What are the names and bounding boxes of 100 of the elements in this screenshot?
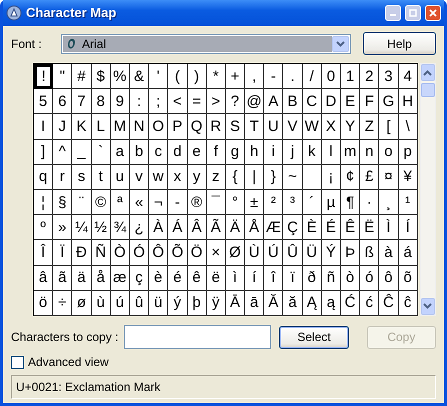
character-cell[interactable]: { xyxy=(226,164,246,190)
character-cell[interactable]: Ù xyxy=(245,240,264,266)
character-cell[interactable]: d xyxy=(168,140,188,165)
character-cell[interactable]: s xyxy=(72,164,92,190)
character-cell[interactable]: Q xyxy=(188,114,207,140)
character-cell[interactable]: E xyxy=(341,89,360,114)
character-cell[interactable]: l xyxy=(322,140,341,165)
character-cell[interactable]: © xyxy=(92,190,111,216)
character-cell[interactable]: ð xyxy=(302,266,322,291)
character-cell[interactable]: L xyxy=(92,114,111,140)
character-cell[interactable]: Â xyxy=(188,215,207,240)
character-cell[interactable]: Ã xyxy=(206,215,226,240)
character-cell[interactable]: % xyxy=(110,64,130,90)
character-cell[interactable]: N xyxy=(130,114,150,140)
character-cell[interactable]: ä xyxy=(72,266,92,291)
character-cell[interactable]: W xyxy=(302,114,322,140)
character-cell[interactable]: ¢ xyxy=(341,164,360,190)
character-cell[interactable]: Ă xyxy=(264,290,284,316)
character-cell[interactable]: b xyxy=(130,140,150,165)
character-cell[interactable]: = xyxy=(188,89,207,114)
character-cell[interactable]: H xyxy=(398,89,418,114)
character-cell[interactable]: ó xyxy=(360,266,380,291)
character-cell[interactable]: 7 xyxy=(72,89,92,114)
character-cell[interactable]: ª xyxy=(110,190,130,216)
character-cell[interactable]: O xyxy=(149,114,168,140)
character-cell[interactable]: J xyxy=(53,114,72,140)
character-cell[interactable]: À xyxy=(149,215,168,240)
character-cell[interactable]: ā xyxy=(245,290,264,316)
character-cell[interactable]: Ĉ xyxy=(379,290,399,316)
character-cell[interactable]: î xyxy=(264,266,284,291)
character-cell[interactable]: ^ xyxy=(53,140,72,165)
character-cell[interactable]: â xyxy=(34,266,54,291)
character-cell[interactable]: × xyxy=(206,240,226,266)
character-cell[interactable]: C xyxy=(302,89,322,114)
character-cell[interactable]: þ xyxy=(188,290,207,316)
character-cell[interactable]: M xyxy=(110,114,130,140)
character-cell[interactable]: 8 xyxy=(92,89,111,114)
character-cell[interactable]: # xyxy=(72,64,92,90)
character-cell[interactable]: & xyxy=(130,64,150,90)
character-cell[interactable]: a xyxy=(110,140,130,165)
character-cell[interactable]: ¼ xyxy=(72,215,92,240)
character-cell[interactable]: Þ xyxy=(341,240,360,266)
character-cell[interactable]: Ï xyxy=(53,240,72,266)
character-cell[interactable]: ½ xyxy=(92,215,111,240)
character-cell[interactable]: ò xyxy=(341,266,360,291)
character-cell[interactable]: e xyxy=(188,140,207,165)
character-cell[interactable]: ą xyxy=(322,290,341,316)
character-cell[interactable]: Ô xyxy=(149,240,168,266)
select-button[interactable]: Select xyxy=(279,326,349,348)
character-cell[interactable]: F xyxy=(360,89,380,114)
character-cell[interactable]: ü xyxy=(149,290,168,316)
character-cell[interactable]: ì xyxy=(226,266,246,291)
character-cell[interactable]: ] xyxy=(34,140,54,165)
character-cell[interactable]: ë xyxy=(206,266,226,291)
character-cell[interactable]: Æ xyxy=(264,215,284,240)
character-cell[interactable]: ñ xyxy=(322,266,341,291)
character-cell[interactable]: " xyxy=(53,64,72,90)
character-cell[interactable]: Ú xyxy=(264,240,284,266)
font-dropdown[interactable]: Arial xyxy=(61,34,351,54)
character-cell[interactable]: 5 xyxy=(34,89,54,114)
character-cell[interactable]: É xyxy=(322,215,341,240)
character-cell[interactable]: ! xyxy=(34,64,54,90)
character-cell[interactable]: ¶ xyxy=(341,190,360,216)
character-cell[interactable]: f xyxy=(206,140,226,165)
character-cell[interactable]: u xyxy=(110,164,130,190)
character-cell[interactable]: ¨ xyxy=(72,190,92,216)
character-cell[interactable]: \ xyxy=(398,114,418,140)
character-cell[interactable]: ³ xyxy=(283,190,303,216)
character-cell[interactable]: X xyxy=(322,114,341,140)
character-cell[interactable]: ¸ xyxy=(379,190,399,216)
character-cell[interactable]: S xyxy=(226,114,246,140)
character-cell[interactable]: Ø xyxy=(226,240,246,266)
character-cell[interactable]: | xyxy=(245,164,264,190)
character-cell[interactable]: * xyxy=(206,64,226,90)
character-cell[interactable]: Û xyxy=(283,240,303,266)
minimize-button[interactable] xyxy=(385,5,401,21)
character-cell[interactable]: ~ xyxy=(283,164,303,190)
character-cell[interactable]: æ xyxy=(110,266,130,291)
character-cell[interactable]: Ç xyxy=(283,215,303,240)
character-cell[interactable]: 0 xyxy=(322,64,341,90)
character-cell[interactable]: ¾ xyxy=(110,215,130,240)
character-cell[interactable]: ` xyxy=(92,140,111,165)
character-cell[interactable]: ĉ xyxy=(398,290,418,316)
character-cell[interactable]: 2 xyxy=(360,64,380,90)
character-cell[interactable]: Ð xyxy=(72,240,92,266)
character-cell[interactable]: n xyxy=(360,140,380,165)
character-cell[interactable]: $ xyxy=(92,64,111,90)
character-cell[interactable]: Ý xyxy=(322,240,341,266)
character-cell[interactable]: § xyxy=(53,190,72,216)
character-cell[interactable]: ï xyxy=(283,266,303,291)
character-cell[interactable]: Y xyxy=(341,114,360,140)
character-cell[interactable]: º xyxy=(34,215,54,240)
character-cell[interactable]: o xyxy=(379,140,399,165)
character-cell[interactable]: 1 xyxy=(341,64,360,90)
character-cell[interactable]: ¡ xyxy=(322,164,341,190)
advanced-view-checkbox[interactable]: Advanced view xyxy=(11,353,109,371)
character-cell[interactable]: m xyxy=(341,140,360,165)
character-cell[interactable]: h xyxy=(245,140,264,165)
character-cell[interactable]: Ü xyxy=(302,240,322,266)
character-cell[interactable]: » xyxy=(53,215,72,240)
